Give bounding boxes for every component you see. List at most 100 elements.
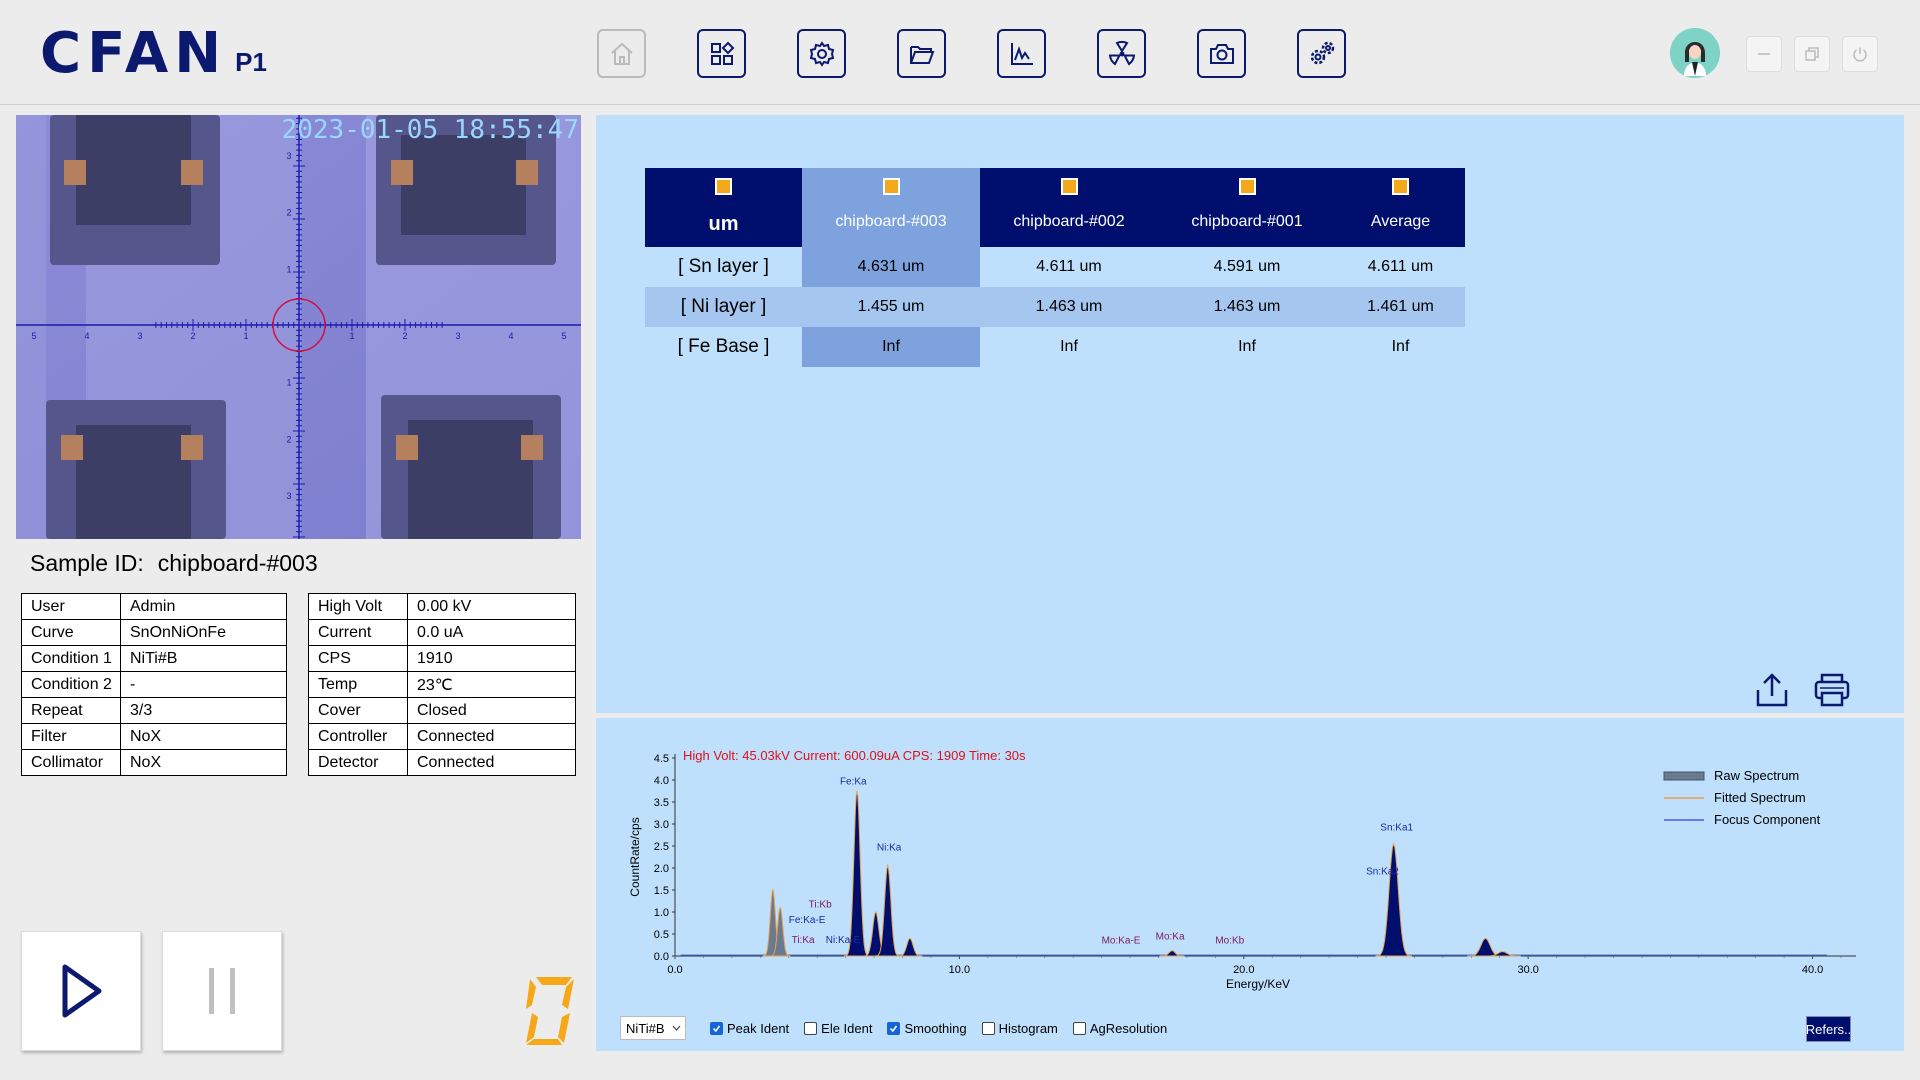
- peak-label: Mo:Ka: [1156, 931, 1185, 942]
- home-button[interactable]: [597, 29, 646, 78]
- instrument-status-row: Temp 23℃: [308, 671, 576, 698]
- camera-button[interactable]: [1197, 29, 1246, 78]
- info-label: Curve: [21, 619, 121, 646]
- column-checkbox[interactable]: [1238, 178, 1256, 195]
- info-value: NiTi#B: [120, 645, 287, 672]
- checkbox-label: Peak Ident: [727, 1020, 790, 1036]
- info-value: 0.00 kV: [407, 593, 576, 620]
- print-icon[interactable]: [1813, 672, 1851, 708]
- user-avatar[interactable]: [1670, 28, 1720, 78]
- camera-tick-label: 4: [84, 331, 89, 341]
- y-tick-label: 1.0: [654, 907, 669, 919]
- measurement-info-row: Filter NoX: [21, 723, 287, 750]
- peak-label: Ti:Kb: [809, 900, 832, 911]
- folder-icon: [909, 45, 934, 64]
- y-axis-label: CountRate/cps: [628, 817, 642, 896]
- info-label: Condition 2: [21, 671, 121, 698]
- checkbox-checked-icon: [887, 1021, 901, 1035]
- column-checkbox[interactable]: [1392, 178, 1409, 195]
- table-cell: 1.455 um: [802, 287, 980, 327]
- info-label: Temp: [308, 671, 408, 698]
- y-tick-label: 2.0: [654, 863, 669, 875]
- info-value: NoX: [120, 723, 287, 750]
- gear-icon: [809, 40, 834, 67]
- info-value: Connected: [407, 749, 576, 776]
- open-folder-button[interactable]: [897, 29, 946, 78]
- advanced-settings-button[interactable]: [1297, 29, 1346, 78]
- camera-tick-label: 3: [286, 151, 291, 161]
- y-tick-label: 4.0: [654, 775, 669, 787]
- checkbox-unchecked-icon: [1072, 1021, 1086, 1035]
- camera-timestamp: 2023-01-05 18:55:47: [281, 115, 579, 145]
- table-cell: 4.611 um: [1036, 258, 1102, 275]
- camera-image: 5 4 3 2 1 1 2 3 4 5 3 2 1 1 2 3: [16, 115, 581, 539]
- gears-icon: [1310, 41, 1334, 64]
- results-table: um chipboard-#003 chipboard-#002 chipboa…: [645, 168, 1465, 367]
- spectrum-button[interactable]: [997, 29, 1046, 78]
- checkbox-peak-ident[interactable]: Peak Ident: [710, 1021, 789, 1036]
- info-label: Detector: [308, 749, 408, 776]
- checkbox-histogram[interactable]: Histogram: [981, 1021, 1058, 1036]
- camera-tick-label: 1: [243, 331, 248, 341]
- y-tick-label: 4.5: [654, 753, 669, 765]
- table-row: [ Fe Base ] Inf Inf Inf Inf: [645, 327, 1465, 367]
- spectrum-controls: NiTi#B Peak Ident Ele Ident Smoothing Histo…: [620, 1016, 1182, 1040]
- x-tick-label: 0.0: [667, 964, 682, 976]
- camera-tick-label: 2: [402, 331, 407, 341]
- info-label: Filter: [21, 723, 121, 750]
- x-tick-label: 30.0: [1517, 964, 1538, 976]
- spectrum-peak: [843, 790, 871, 957]
- camera-view[interactable]: 5 4 3 2 1 1 2 3 4 5 3 2 1 1 2 3 2023-01-05 18:55:47: [16, 115, 581, 539]
- minimize-button[interactable]: [1746, 36, 1782, 72]
- x-tick-label: 10.0: [949, 964, 970, 976]
- checkbox-smoothing[interactable]: Smoothing: [887, 1021, 967, 1036]
- export-icon[interactable]: [1755, 672, 1789, 708]
- info-value: -: [120, 671, 287, 698]
- camera-tick-label: 1: [286, 378, 291, 388]
- column-header[interactable]: chipboard-#002: [980, 168, 1158, 247]
- row-label: [ Ni layer ]: [645, 287, 802, 327]
- x-tick-label: 40.0: [1802, 964, 1823, 976]
- info-value: NoX: [120, 749, 287, 776]
- curve-select[interactable]: NiTi#B: [620, 1016, 686, 1040]
- checkbox-ele-ident[interactable]: Ele Ident: [804, 1021, 872, 1036]
- restore-button[interactable]: [1794, 36, 1830, 72]
- info-label: Repeat: [21, 697, 121, 724]
- sample-id: Sample ID: chipboard-#003: [30, 550, 318, 577]
- start-button[interactable]: [21, 931, 141, 1051]
- info-label: CPS: [308, 645, 408, 672]
- checkbox-unchecked-icon: [804, 1021, 818, 1035]
- column-header[interactable]: chipboard-#003: [802, 168, 980, 247]
- peak-label: Ti:Ka: [792, 935, 815, 946]
- chart-line-icon: [1010, 42, 1033, 65]
- instrument-status-row: CPS 1910: [308, 645, 576, 672]
- peak-label: Fe:Ka-E: [789, 915, 826, 926]
- apps-button[interactable]: [697, 29, 746, 78]
- column-header[interactable]: Average: [1336, 168, 1465, 247]
- table-cell: 4.631 um: [802, 247, 980, 287]
- checkbox-agresolution[interactable]: AgResolution: [1072, 1020, 1168, 1036]
- info-label: User: [21, 593, 121, 620]
- spectrum-peak: [897, 937, 923, 957]
- measurement-info-row: Condition 1 NiTi#B: [21, 645, 287, 672]
- info-value: 0.0 uA: [407, 619, 576, 646]
- settings-button[interactable]: [797, 29, 846, 78]
- curve-select-value: NiTi#B: [626, 1020, 665, 1036]
- pause-button[interactable]: [162, 931, 282, 1051]
- unit-checkbox[interactable]: [715, 178, 732, 195]
- checkbox-label: AgResolution: [1089, 1020, 1168, 1036]
- measurement-info-row: Collimator NoX: [21, 749, 287, 776]
- reference-button[interactable]: Refers..: [1806, 1016, 1851, 1042]
- row-label: [ Sn layer ]: [678, 256, 769, 277]
- column-checkbox[interactable]: [882, 178, 900, 195]
- row-label: [ Fe Base ]: [677, 336, 770, 357]
- table-cell: 4.591 um: [1213, 258, 1281, 275]
- power-button[interactable]: [1842, 36, 1878, 72]
- radiation-button[interactable]: [1097, 29, 1146, 78]
- x-tick-label: 20.0: [1233, 964, 1254, 976]
- camera-tick-label: 4: [508, 331, 513, 341]
- repeat-counter-digit: 0: [526, 977, 574, 1045]
- column-header[interactable]: chipboard-#001: [1158, 168, 1336, 247]
- column-checkbox[interactable]: [1060, 178, 1078, 195]
- info-label: Current: [308, 619, 408, 646]
